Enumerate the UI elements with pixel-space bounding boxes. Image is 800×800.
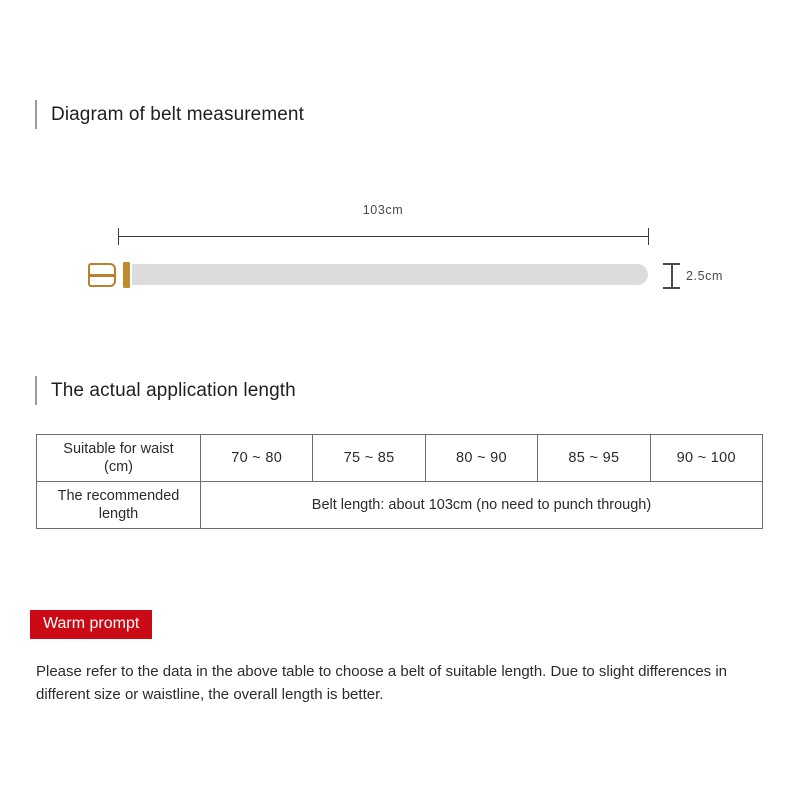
height-dimension-cap-top: [663, 263, 680, 265]
waist-range-cell-1: 70 ~ 80: [199, 434, 314, 482]
table-row-label-waist: Suitable for waist (cm): [36, 434, 201, 482]
belt-width-dimension-label: 2.5cm: [686, 269, 724, 283]
section-heading-diagram: Diagram of belt measurement: [35, 99, 304, 129]
table-row: Suitable for waist (cm) 70 ~ 80 75 ~ 85 …: [36, 434, 764, 482]
recommended-length-value: Belt length: about 103cm (no need to pun…: [200, 481, 763, 529]
belt-strap: [132, 264, 648, 285]
section-heading-application: The actual application length: [35, 375, 296, 405]
warm-prompt-badge: Warm prompt: [30, 610, 153, 639]
belt-measurement-diagram: 103cm 2.5cm: [0, 0, 800, 360]
section-heading-application-label: The actual application length: [51, 379, 296, 401]
heading-accent-bar: [35, 375, 37, 405]
table-row: The recommended length Belt length: abou…: [36, 481, 763, 529]
belt-length-dimension-label: 103cm: [362, 203, 404, 217]
length-dimension-line: [118, 236, 648, 237]
waist-range-cell-3: 80 ~ 90: [424, 434, 539, 482]
warm-prompt-body-text: Please refer to the data in the above ta…: [36, 663, 728, 704]
length-dimension-tick-right: [648, 228, 649, 245]
belt-buckle-keeper: [123, 262, 130, 288]
waist-label-line1: Suitable for waist: [63, 440, 174, 457]
waist-label-line2: (cm): [104, 459, 133, 475]
recommended-label-line2: length: [98, 506, 139, 522]
height-dimension-cap-bottom: [663, 287, 680, 289]
table-row-label-recommended: The recommended length: [36, 481, 201, 529]
length-dimension-tick-left: [118, 228, 119, 245]
belt-buckle-frame: [88, 263, 116, 287]
waist-range-cell-4: 85 ~ 95: [537, 434, 651, 482]
section-heading-diagram-label: Diagram of belt measurement: [51, 103, 304, 125]
waist-range-cell-2: 75 ~ 85: [312, 434, 426, 482]
waist-range-cell-5: 90 ~ 100: [649, 434, 764, 482]
heading-accent-bar: [35, 99, 37, 129]
recommended-label-line1: The recommended: [57, 487, 180, 504]
belt-buckle-crossbar: [88, 274, 116, 277]
height-dimension-stem: [671, 263, 673, 288]
belt-size-table: Suitable for waist (cm) 70 ~ 80 75 ~ 85 …: [36, 434, 764, 529]
